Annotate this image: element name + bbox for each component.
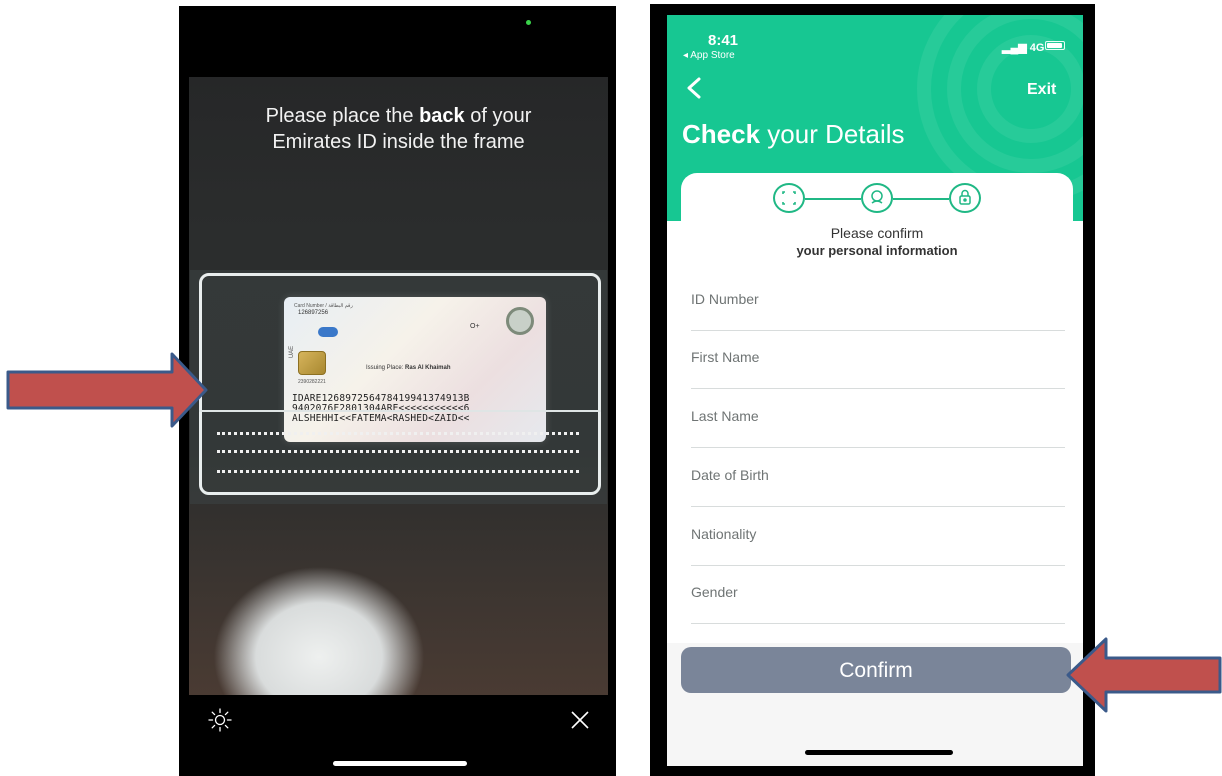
instruction-text: Please place the <box>265 105 420 127</box>
camera-indicator <box>526 20 531 25</box>
prompt-line-bold: your personal information <box>796 243 958 258</box>
home-indicator[interactable] <box>805 750 953 755</box>
title-rest: your Details <box>760 119 905 149</box>
instruction-text: of your <box>464 105 532 127</box>
home-indicator[interactable] <box>333 761 467 766</box>
field-label: First Name <box>691 349 760 365</box>
exit-button[interactable]: Exit <box>1027 81 1056 99</box>
field-gender[interactable]: Gender <box>691 566 1065 624</box>
close-icon[interactable] <box>569 709 591 731</box>
scan-frame <box>199 273 601 495</box>
field-label: ID Number <box>691 291 759 307</box>
field-first-name[interactable]: First Name <box>691 331 1065 389</box>
confirm-prompt: Please confirm your personal information <box>681 225 1073 259</box>
arrow-right-icon <box>6 352 208 428</box>
field-last-name[interactable]: Last Name <box>691 390 1065 448</box>
field-date-of-birth[interactable]: Date of Birth <box>691 449 1065 507</box>
check-details-screen: 8:41 ◂ App Store ▂▄▆ 4G Exit Check your … <box>667 15 1083 766</box>
back-chevron-icon[interactable] <box>683 73 705 103</box>
field-nationality[interactable]: Nationality <box>691 508 1065 566</box>
page-title: Check your Details <box>682 119 905 150</box>
dotted-guide <box>217 470 579 473</box>
field-label: Last Name <box>691 408 759 424</box>
camera-viewfinder: Please place the back of your Emirates I… <box>189 77 608 695</box>
field-label: Nationality <box>691 526 757 542</box>
step-connector <box>805 198 861 200</box>
prompt-line: Please confirm <box>830 225 924 241</box>
scan-step-icon <box>773 183 805 213</box>
scan-instruction: Please place the back of your Emirates I… <box>189 103 608 155</box>
id-scan-phone: Please place the back of your Emirates I… <box>179 6 616 776</box>
arrow-left-icon <box>1066 637 1222 713</box>
flash-icon[interactable] <box>207 707 233 733</box>
instruction-text: Emirates ID inside the frame <box>272 131 525 153</box>
field-label: Date of Birth <box>691 467 769 483</box>
status-time: 8:41 <box>708 32 739 49</box>
confirm-button[interactable]: Confirm <box>681 647 1071 693</box>
signal-status: ▂▄▆ 4G <box>1002 42 1045 54</box>
camera-toolbar <box>179 695 616 776</box>
instruction-emphasis: back <box>419 105 465 127</box>
field-label: Gender <box>691 584 738 600</box>
step-connector <box>893 198 949 200</box>
battery-icon <box>1045 41 1065 50</box>
progress-stepper <box>773 183 983 215</box>
scan-line <box>199 410 601 412</box>
dotted-guide <box>217 450 579 453</box>
field-id-number[interactable]: ID Number <box>691 273 1065 331</box>
title-bold: Check <box>682 119 761 149</box>
network-type: 4G <box>1029 42 1045 54</box>
lock-step-icon <box>949 183 981 213</box>
details-phone: 8:41 ◂ App Store ▂▄▆ 4G Exit Check your … <box>650 4 1095 776</box>
dotted-guide <box>217 432 579 435</box>
back-to-app-store[interactable]: ◂ App Store <box>683 50 735 61</box>
confirm-footer: Confirm <box>667 643 1083 766</box>
face-step-icon <box>861 183 893 213</box>
